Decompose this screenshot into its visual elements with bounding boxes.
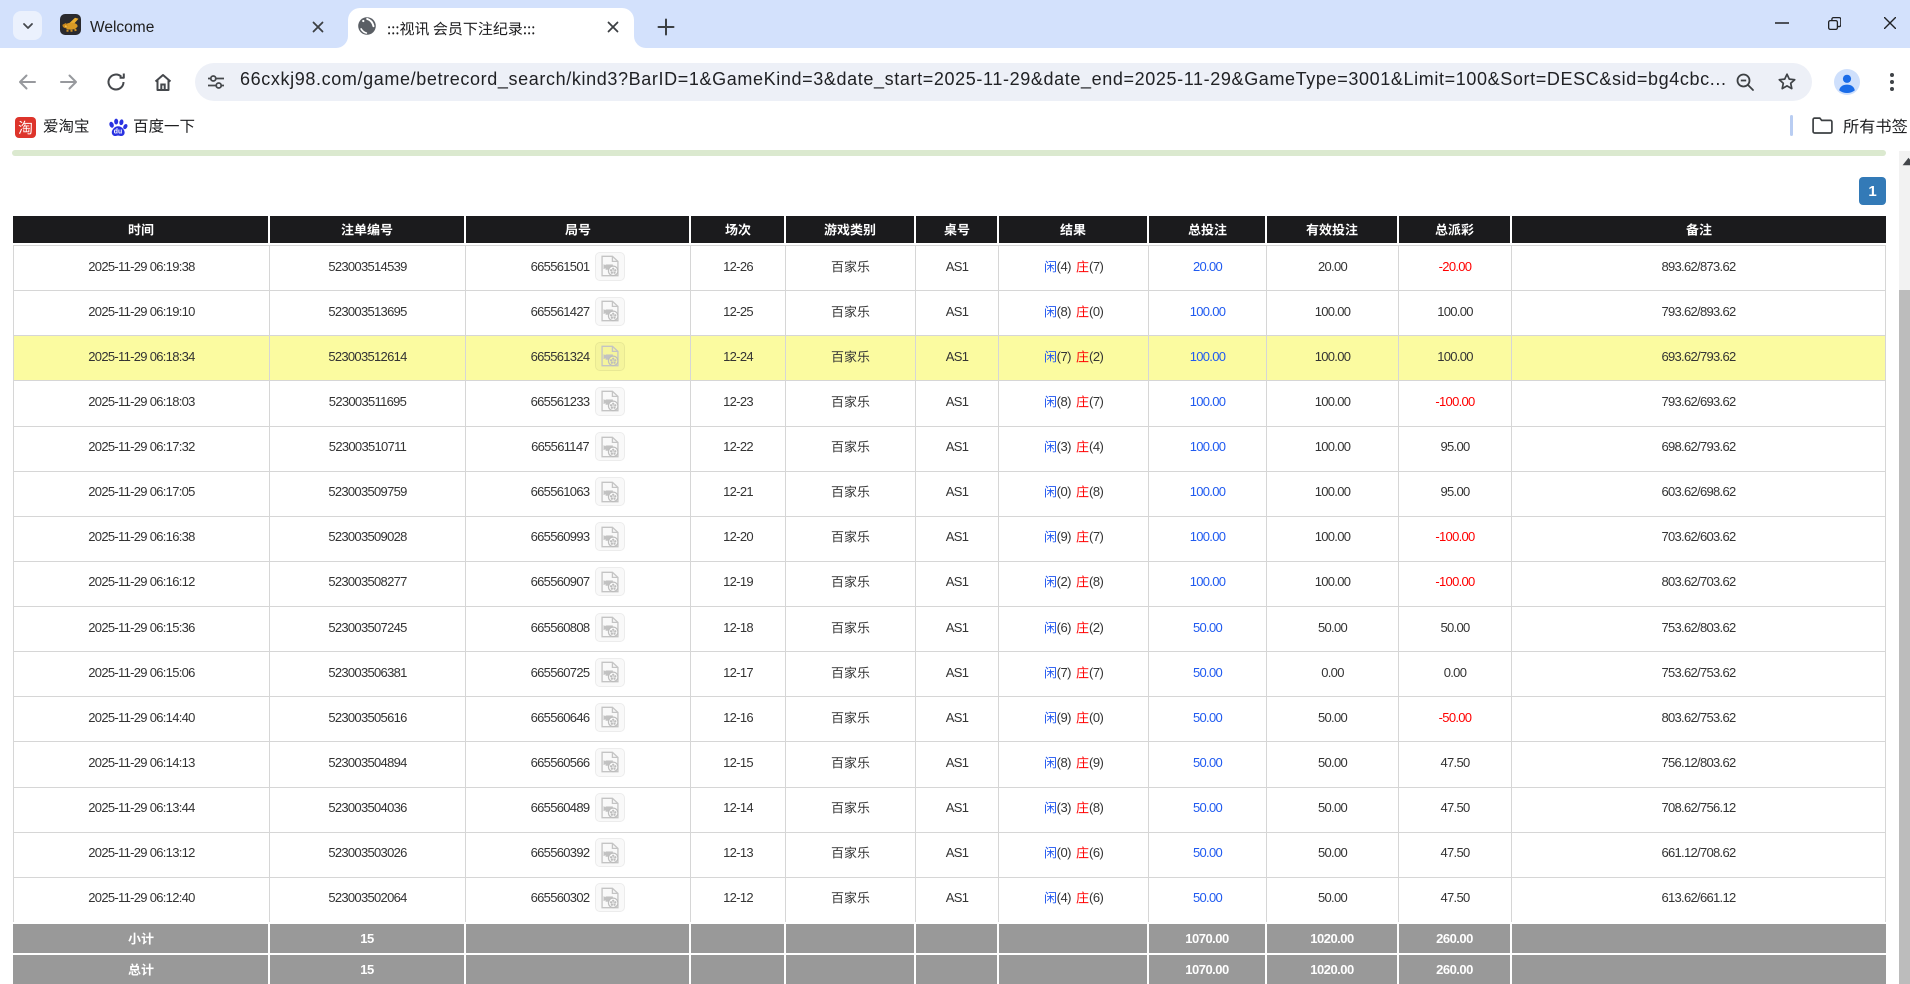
svg-text:du: du (114, 129, 122, 136)
